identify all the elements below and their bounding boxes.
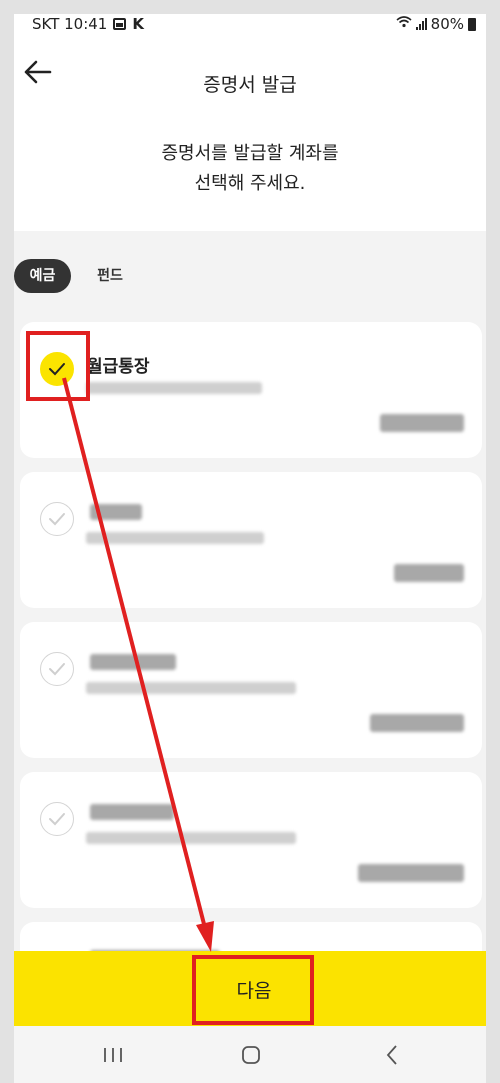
account-type-tabs: 예금 펀드 <box>14 254 486 298</box>
blurred-account-number <box>86 532 264 544</box>
status-bar: SKT 10:41 K 80% <box>14 14 486 36</box>
screenshot-frame-left <box>0 0 14 1083</box>
account-select-checkbox[interactable] <box>40 652 74 686</box>
status-right: 80% <box>396 15 476 33</box>
blurred-account-name <box>90 654 176 670</box>
check-icon <box>49 663 65 676</box>
recent-apps-icon[interactable] <box>98 1042 128 1068</box>
carrier-time: SKT 10:41 <box>32 15 108 33</box>
instruction-text: 증명서를 발급할 계좌를 선택해 주세요. <box>14 106 486 231</box>
blurred-balance <box>380 414 464 432</box>
back-nav-icon[interactable] <box>378 1042 408 1068</box>
gallery-notification-icon <box>113 18 127 30</box>
blurred-balance <box>370 714 464 732</box>
blurred-account-number <box>86 682 296 694</box>
screenshot-frame-right <box>486 0 500 1083</box>
app-header: 증명서 발급 <box>14 36 486 106</box>
system-nav-bar <box>14 1026 486 1083</box>
check-icon <box>49 813 65 826</box>
blurred-account-name <box>90 804 174 820</box>
blurred-account-name <box>90 504 142 520</box>
instruction-line-1: 증명서를 발급할 계좌를 <box>161 143 339 164</box>
account-card[interactable] <box>20 622 482 758</box>
account-card[interactable] <box>20 472 482 608</box>
annotation-highlight-next-button <box>192 955 314 1025</box>
k-app-notification-icon: K <box>132 15 144 33</box>
page-title: 증명서 발급 <box>203 74 297 96</box>
account-card[interactable] <box>20 772 482 908</box>
signal-icon <box>415 18 427 30</box>
phone-screen: SKT 10:41 K 80% 증명서 발급 증명서를 발급할 계좌를 선택해 … <box>14 14 486 1083</box>
blurred-account-number <box>86 382 262 394</box>
tab-fund[interactable]: 펀드 <box>90 259 130 293</box>
blurred-balance <box>394 564 464 582</box>
blurred-account-number <box>86 832 296 844</box>
home-icon[interactable] <box>236 1042 266 1068</box>
account-select-checkbox[interactable] <box>40 802 74 836</box>
screenshot-frame-top <box>0 0 500 14</box>
battery-percent: 80% <box>430 15 464 33</box>
instruction-line-2: 선택해 주세요. <box>194 173 306 194</box>
annotation-highlight-checkbox <box>26 331 90 401</box>
status-left: SKT 10:41 K <box>32 15 144 33</box>
tab-deposit[interactable]: 예금 <box>14 259 71 293</box>
blurred-balance <box>358 864 464 882</box>
account-select-checkbox[interactable] <box>40 502 74 536</box>
account-name: 월급통장 <box>87 357 150 377</box>
check-icon <box>49 513 65 526</box>
wifi-icon <box>396 16 412 32</box>
battery-icon <box>468 17 476 31</box>
